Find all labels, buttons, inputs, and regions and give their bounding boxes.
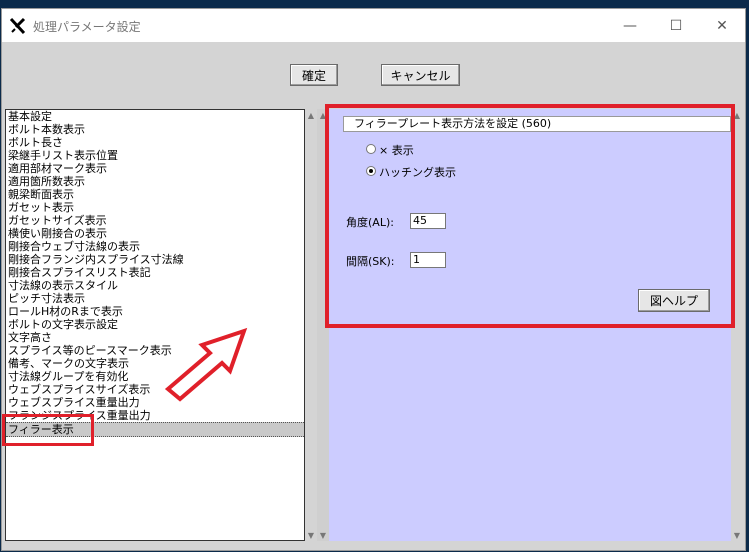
maximize-button[interactable]: ☐ <box>653 9 699 42</box>
angle-input[interactable]: 45 <box>410 213 446 229</box>
list-item[interactable]: 横使い剛接合の表示 <box>6 227 304 240</box>
list-item[interactable]: ガセット表示 <box>6 201 304 214</box>
list-item[interactable]: 適用箇所数表示 <box>6 175 304 188</box>
list-item[interactable]: 剛接合ウェブ寸法線の表示 <box>6 240 304 253</box>
close-icon: ✕ <box>716 17 728 34</box>
minimize-button[interactable]: — <box>607 9 653 42</box>
radio-cross-display[interactable] <box>366 144 376 154</box>
list-item[interactable]: 寸法線の表示スタイル <box>6 279 304 292</box>
parameter-list[interactable]: 基本設定 ボルト本数表示 ボルト長さ 梁継手リスト表示位置 適用部材マーク表示 適用箇所数… <box>5 109 305 541</box>
scroll-up-icon[interactable]: ▲ <box>305 109 317 121</box>
title-bar: 処理パラメータ設定 — ☐ ✕ <box>2 9 745 42</box>
panel-right-scrollbar[interactable]: ▲ ▼ <box>731 109 743 541</box>
list-item[interactable]: 適用部材マーク表示 <box>6 162 304 175</box>
panel-left-scrollbar[interactable]: ▲ ▼ <box>317 109 329 541</box>
interval-input[interactable]: 1 <box>410 252 446 268</box>
minimize-icon: — <box>623 17 637 34</box>
panel-header: フィラープレート表示方法を設定 (560) <box>343 116 731 132</box>
list-item[interactable]: 基本設定 <box>6 110 304 123</box>
scroll-down-icon[interactable]: ▼ <box>731 529 743 541</box>
list-item[interactable]: ピッチ寸法表示 <box>6 292 304 305</box>
interval-label: 間隔(SK): <box>346 255 395 268</box>
app-logo-icon <box>9 17 26 35</box>
parameter-settings-window: 処理パラメータ設定 — ☐ ✕ 確定 キャンセル 基本設定 ボルト本数表示 ボルト長… <box>1 8 746 551</box>
list-item[interactable]: ガセットサイズ表示 <box>6 214 304 227</box>
list-item[interactable]: フィラー表示 <box>6 422 304 437</box>
maximize-icon: ☐ <box>669 17 683 34</box>
window-title: 処理パラメータ設定 <box>33 20 141 34</box>
radio-hatching-display[interactable] <box>366 166 376 176</box>
scroll-up-icon[interactable]: ▲ <box>317 109 329 121</box>
scroll-down-icon[interactable]: ▼ <box>317 529 329 541</box>
list-item[interactable]: 梁継手リスト表示位置 <box>6 149 304 162</box>
cancel-button[interactable]: キャンセル <box>381 64 460 86</box>
radio-hatching-display-label[interactable]: ハッチング表示 <box>379 164 456 180</box>
settings-panel: フィラープレート表示方法を設定 (560) × 表示 ハッチング表示 角度(AL… <box>329 109 731 541</box>
list-item[interactable]: 親梁断面表示 <box>6 188 304 201</box>
list-scrollbar[interactable]: ▲ ▼ <box>305 109 317 541</box>
angle-label: 角度(AL): <box>346 216 394 229</box>
list-item[interactable]: 剛接合フランジ内スプライス寸法線 <box>6 253 304 266</box>
ok-button[interactable]: 確定 <box>290 64 338 86</box>
list-item[interactable]: 剛接合スプライスリスト表記 <box>6 266 304 279</box>
diagram-help-button[interactable]: 図ヘルプ <box>638 289 710 312</box>
list-item[interactable]: ボルト長さ <box>6 136 304 149</box>
scroll-up-icon[interactable]: ▲ <box>731 109 743 121</box>
close-button[interactable]: ✕ <box>699 9 745 42</box>
arrow-annotation-icon <box>164 327 248 402</box>
list-item[interactable]: ロールH材のRまで表示 <box>6 305 304 318</box>
radio-cross-display-label[interactable]: × 表示 <box>379 142 414 158</box>
scroll-down-icon[interactable]: ▼ <box>305 529 317 541</box>
list-item[interactable]: ボルト本数表示 <box>6 123 304 136</box>
